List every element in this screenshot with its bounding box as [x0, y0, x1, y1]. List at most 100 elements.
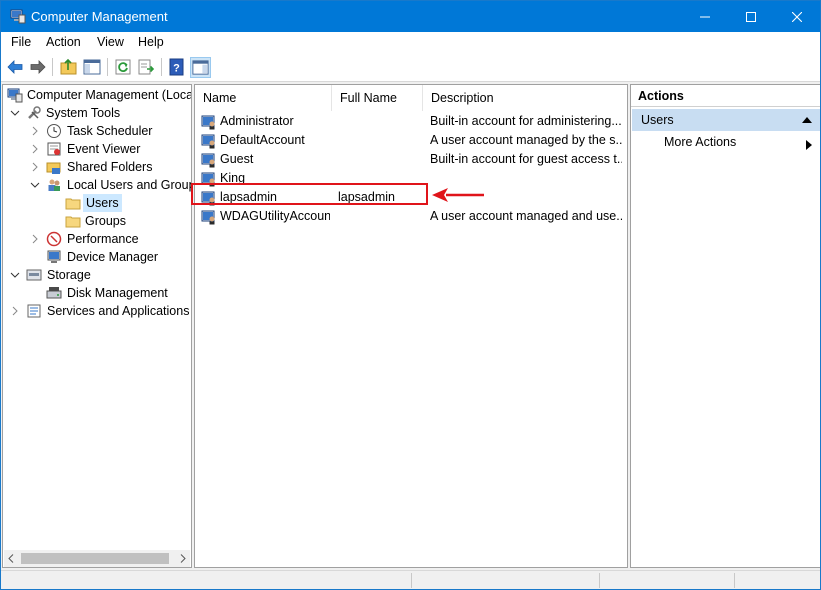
- computer-management-icon: [10, 9, 26, 24]
- tree-item-storage[interactable]: Storage: [7, 266, 191, 284]
- column-header-description[interactable]: Description: [423, 85, 627, 111]
- submenu-arrow-icon[interactable]: [806, 140, 812, 150]
- more-actions-label: More Actions: [664, 135, 737, 149]
- annotation-arrow-icon: [432, 188, 484, 202]
- user-row[interactable]: DefaultAccount A user account managed by …: [195, 131, 627, 150]
- window-title: Computer Management: [31, 9, 168, 24]
- chevron-right-icon[interactable]: [10, 306, 20, 316]
- svg-text:?: ?: [173, 63, 180, 75]
- title-bar[interactable]: Computer Management: [1, 1, 820, 32]
- help-icon[interactable]: ?: [167, 57, 187, 77]
- computer-management-window: Computer Management File Action View Hel…: [0, 0, 821, 590]
- actions-section-users[interactable]: Users: [632, 109, 820, 131]
- scroll-right-icon[interactable]: [179, 554, 187, 563]
- tree-label: Shared Folders: [67, 160, 153, 174]
- forward-arrow-icon[interactable]: [28, 57, 48, 77]
- actions-title: Actions: [631, 85, 820, 107]
- chevron-right-icon[interactable]: [30, 162, 40, 172]
- user-name: DefaultAccount: [220, 133, 305, 147]
- toolbar: ?: [1, 53, 820, 82]
- minimize-button[interactable]: [682, 1, 728, 32]
- shared-folder-icon: [46, 162, 61, 174]
- chevron-right-icon[interactable]: [30, 126, 40, 136]
- chevron-right-icon[interactable]: [30, 234, 40, 244]
- users-list[interactable]: Name Full Name Description Administrator…: [194, 84, 628, 568]
- menu-view[interactable]: View: [97, 35, 124, 49]
- tree-label: Disk Management: [67, 286, 168, 300]
- user-name: Administrator: [220, 114, 294, 128]
- console-tree[interactable]: Computer Management (Local System Tools …: [2, 84, 192, 568]
- tree-label: Computer Management (Local: [27, 88, 192, 102]
- maximize-button[interactable]: [728, 1, 774, 32]
- tree-label: Event Viewer: [67, 142, 141, 156]
- user-icon: [201, 153, 215, 168]
- tree-item-computer-management[interactable]: Computer Management (Local: [7, 86, 192, 104]
- chevron-down-icon[interactable]: [10, 108, 20, 118]
- tree-item-system-tools[interactable]: System Tools: [7, 104, 191, 122]
- user-icon: [201, 115, 215, 130]
- user-row[interactable]: WDAGUtilityAccount A user account managed…: [195, 207, 627, 226]
- actions-section-label: Users: [641, 113, 674, 127]
- column-header-full-name[interactable]: Full Name: [332, 85, 423, 111]
- scrollbar-thumb[interactable]: [21, 553, 169, 564]
- tree-item-disk-management[interactable]: Disk Management: [27, 284, 191, 302]
- chevron-down-icon[interactable]: [30, 180, 40, 190]
- user-row[interactable]: Guest Built-in account for guest access t…: [195, 150, 627, 169]
- tree-item-device-manager[interactable]: Device Manager: [27, 248, 191, 266]
- tree-item-services-and-applications[interactable]: Services and Applications: [7, 302, 191, 320]
- horizontal-scrollbar[interactable]: [4, 550, 190, 567]
- performance-icon: [46, 231, 62, 247]
- tree-label: Services and Applications: [47, 304, 190, 318]
- close-icon: [791, 11, 803, 23]
- menu-action[interactable]: Action: [46, 35, 81, 49]
- menu-bar: File Action View Help: [1, 32, 820, 53]
- services-icon: [27, 304, 41, 318]
- close-button[interactable]: [774, 1, 820, 32]
- folder-icon: [65, 198, 81, 210]
- tree-label: Device Manager: [67, 250, 159, 264]
- tree-label: Groups: [85, 214, 126, 228]
- scroll-left-icon[interactable]: [7, 554, 15, 563]
- more-actions-item[interactable]: More Actions: [664, 135, 736, 149]
- user-name: WDAGUtilityAccount: [220, 209, 330, 223]
- user-description: A user account managed by the s...: [430, 133, 622, 147]
- menu-file[interactable]: File: [11, 35, 31, 49]
- user-description: A user account managed and use...: [430, 209, 622, 223]
- device-manager-icon: [47, 250, 61, 263]
- column-header-name[interactable]: Name: [195, 85, 332, 111]
- user-row[interactable]: Administrator Built-in account for admini…: [195, 112, 627, 131]
- tree-item-task-scheduler[interactable]: Task Scheduler: [27, 122, 191, 140]
- tree-label: Performance: [67, 232, 139, 246]
- actions-pane: Actions Users More Actions: [630, 84, 820, 568]
- export-list-icon[interactable]: [136, 57, 156, 77]
- tree-label: Local Users and Groups: [67, 178, 192, 192]
- clock-icon: [47, 124, 61, 138]
- chevron-right-icon[interactable]: [30, 144, 40, 154]
- tree-item-users[interactable]: Users: [61, 194, 181, 212]
- tree-item-event-viewer[interactable]: Event Viewer: [27, 140, 191, 158]
- tree-label: Task Scheduler: [67, 124, 153, 138]
- up-folder-icon[interactable]: [59, 57, 79, 77]
- tree-item-performance[interactable]: Performance: [27, 230, 191, 248]
- tree-label: System Tools: [46, 106, 121, 120]
- computer-management-icon: [7, 88, 23, 103]
- tree-item-shared-folders[interactable]: Shared Folders: [27, 158, 191, 176]
- user-icon: [201, 134, 215, 149]
- back-arrow-icon[interactable]: [5, 57, 25, 77]
- refresh-icon[interactable]: [113, 57, 133, 77]
- user-description: Built-in account for administering...: [430, 114, 622, 128]
- minimize-icon: [700, 16, 710, 18]
- chevron-down-icon[interactable]: [10, 270, 20, 280]
- annotation-highlight-box: [191, 183, 428, 205]
- tree-item-groups[interactable]: Groups: [61, 212, 181, 230]
- show-hide-console-tree-icon[interactable]: [82, 57, 102, 77]
- menu-help[interactable]: Help: [138, 35, 164, 49]
- tree-label: Storage: [47, 268, 91, 282]
- tree-item-local-users-and-groups[interactable]: Local Users and Groups: [27, 176, 192, 194]
- user-icon: [201, 210, 215, 225]
- users-groups-icon: [48, 179, 60, 191]
- collapse-up-icon[interactable]: [802, 117, 812, 123]
- tools-icon: [28, 106, 41, 119]
- event-viewer-icon: [47, 142, 61, 156]
- show-hide-action-pane-button[interactable]: [190, 57, 211, 78]
